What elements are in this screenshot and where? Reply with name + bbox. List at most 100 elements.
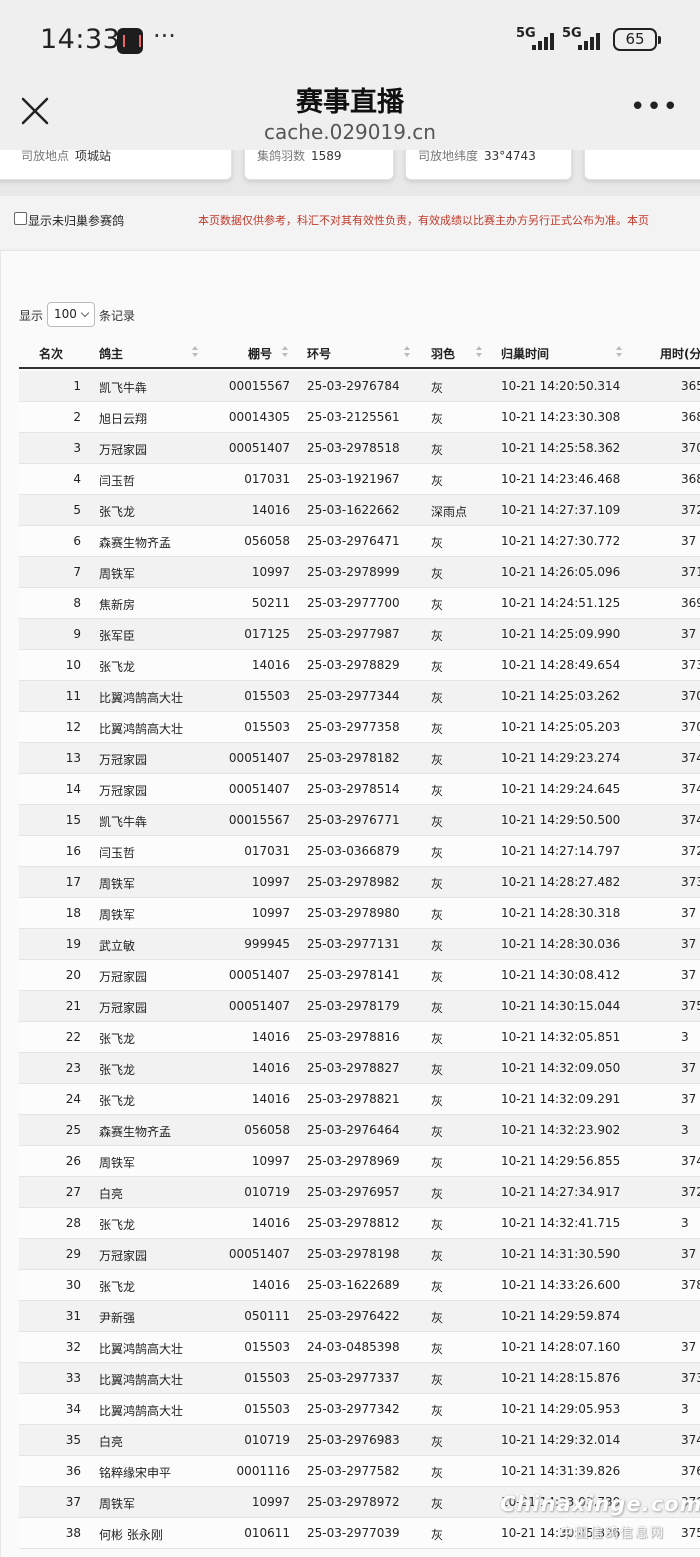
- header-owner[interactable]: 鸽主: [99, 345, 123, 362]
- table-row[interactable]: 24 张飞龙 14016 25-03-2978821 灰 10-21 14:32:09.2…: [19, 1084, 700, 1115]
- table-row[interactable]: 32 比翼鸿鹄高大壮 015503 24-03-0485398 灰 10-21 14:28…: [19, 1332, 700, 1363]
- table-row[interactable]: 6 森赛生物齐孟 056058 25-03-2976471 灰 10-21 14:27:3…: [19, 526, 700, 557]
- cell-time-used: 370: [681, 720, 700, 734]
- cell-ring: 25-03-2978999: [307, 565, 400, 579]
- table-row[interactable]: 29 万冠家园 00051407 25-03-2978198 灰 10-21 14:31:…: [19, 1239, 700, 1270]
- cell-owner: 张飞龙: [99, 1094, 136, 1108]
- more-options-icon[interactable]: •••: [630, 92, 679, 122]
- table-row[interactable]: 13 万冠家园 00051407 25-03-2978182 灰 10-21 14:29:…: [19, 743, 700, 774]
- table-row[interactable]: 10 张飞龙 14016 25-03-2978829 灰 10-21 14:28:49.6…: [19, 650, 700, 681]
- cell-rank: 18: [65, 906, 81, 920]
- sort-icon[interactable]: [191, 345, 199, 359]
- show-unreturned-label[interactable]: 显示未归巢参赛鸽: [28, 212, 124, 229]
- table-row[interactable]: 15 凯飞牛犇 00015567 25-03-2976771 灰 10-21 14:29:…: [19, 805, 700, 836]
- cell-owner: 武立敏: [99, 939, 136, 953]
- cell-owner: 凯飞牛犇: [99, 381, 148, 395]
- sort-icon[interactable]: [475, 345, 483, 359]
- cell-return-time: 10-21 14:27:34.917: [501, 1185, 621, 1199]
- cell-ring: 25-03-2978198: [307, 1247, 400, 1261]
- cell-owner: 白亮: [99, 1187, 124, 1201]
- cell-owner: 周铁军: [99, 567, 136, 581]
- table-row[interactable]: 4 闫玉哲 017031 25-03-1921967 灰 10-21 14:23:46.4…: [19, 464, 700, 495]
- cell-owner: 周铁军: [99, 1156, 136, 1170]
- table-row[interactable]: 17 周铁军 10997 25-03-2978982 灰 10-21 14:28:27.4…: [19, 867, 700, 898]
- sort-icon[interactable]: [403, 345, 411, 359]
- cell-ring: 25-03-1622662: [307, 503, 400, 517]
- cell-return-time: 10-21 14:29:23.274: [501, 751, 621, 765]
- table-row[interactable]: 36 铭粹缘宋申平 0001116 25-03-2977582 灰 10-21 14:31…: [19, 1456, 700, 1487]
- cell-rank: 14: [65, 782, 81, 796]
- table-row[interactable]: 33 比翼鸿鹄高大壮 015503 25-03-2977337 灰 10-21 14:28…: [19, 1363, 700, 1394]
- cell-loft: 00051407: [228, 782, 290, 796]
- table-row[interactable]: 34 比翼鸿鹄高大壮 015503 25-03-2977342 灰 10-21 14:29…: [19, 1394, 700, 1425]
- results-panel: 显示 100 条记录 名次 鸽主 棚号 环号 羽色 归巢时间 用时(分 1 凯飞牛…: [0, 250, 700, 1557]
- cell-owner: 周铁军: [99, 1497, 136, 1511]
- table-row[interactable]: 23 张飞龙 14016 25-03-2978827 灰 10-21 14:32:09.0…: [19, 1053, 700, 1084]
- info-card-release-site: 司放地点 项城站: [0, 150, 232, 180]
- table-row[interactable]: 19 武立敏 999945 25-03-2977131 灰 10-21 14:28:30.…: [19, 929, 700, 960]
- cell-return-time: 10-21 14:29:24.645: [501, 782, 621, 796]
- cell-owner: 万冠家园: [99, 1249, 148, 1263]
- table-row[interactable]: 27 白亮 010719 25-03-2976957 灰 10-21 14:27:34.9…: [19, 1177, 700, 1208]
- cell-ring: 25-03-1622689: [307, 1278, 400, 1292]
- cell-time-used: 37: [681, 968, 697, 982]
- cell-color: 灰: [431, 412, 444, 426]
- cell-owner: 万冠家园: [99, 443, 148, 457]
- cell-color: 灰: [431, 1063, 444, 1077]
- cell-ring: 25-03-2978821: [307, 1092, 400, 1106]
- cell-owner: 凯飞牛犇: [99, 815, 148, 829]
- table-row[interactable]: 16 闫玉哲 017031 25-03-0366879 灰 10-21 14:27:14.…: [19, 836, 700, 867]
- table-row[interactable]: 3 万冠家园 00051407 25-03-2978518 灰 10-21 14:25:5…: [19, 433, 700, 464]
- cell-rank: 37: [65, 1495, 81, 1509]
- table-row[interactable]: 26 周铁军 10997 25-03-2978969 灰 10-21 14:29:56.8…: [19, 1146, 700, 1177]
- header-loft[interactable]: 棚号: [248, 345, 272, 362]
- header-return-time[interactable]: 归巢时间: [501, 345, 549, 362]
- cell-return-time: 10-21 14:25:05.203: [501, 720, 621, 734]
- table-row[interactable]: 28 张飞龙 14016 25-03-2978812 灰 10-21 14:32:41.7…: [19, 1208, 700, 1239]
- cell-owner: 张飞龙: [99, 1063, 136, 1077]
- table-body: 1 凯飞牛犇 00015567 25-03-2976784 灰 10-21 14:20:5…: [19, 371, 700, 1549]
- table-row[interactable]: 35 白亮 010719 25-03-2976983 灰 10-21 14:29:32.0…: [19, 1425, 700, 1456]
- table-row[interactable]: 7 周铁军 10997 25-03-2978999 灰 10-21 14:26:05.09…: [19, 557, 700, 588]
- table-row[interactable]: 11 比翼鸿鹄高大壮 015503 25-03-2977344 灰 10-21 14:25…: [19, 681, 700, 712]
- disclaimer-text: 本页数据仅供参考，科汇不对其有效性负责，有效成绩以比赛主办方另行正式公布为准。本…: [198, 214, 649, 227]
- table-row[interactable]: 21 万冠家园 00051407 25-03-2978179 灰 10-21 14:30:…: [19, 991, 700, 1022]
- header-time-used[interactable]: 用时(分: [660, 345, 700, 362]
- header-color[interactable]: 羽色: [431, 345, 455, 362]
- show-unreturned-checkbox[interactable]: [14, 212, 27, 225]
- table-row[interactable]: 20 万冠家园 00051407 25-03-2978141 灰 10-21 14:30:…: [19, 960, 700, 991]
- cell-owner: 万冠家园: [99, 753, 148, 767]
- table-row[interactable]: 9 张军臣 017125 25-03-2977987 灰 10-21 14:25:09.9…: [19, 619, 700, 650]
- table-row[interactable]: 8 焦新房 50211 25-03-2977700 灰 10-21 14:24:51.12…: [19, 588, 700, 619]
- cell-time-used: 374: [681, 1433, 700, 1447]
- page-length-select[interactable]: 100: [47, 302, 95, 327]
- table-row[interactable]: 31 尹新强 050111 25-03-2976422 灰 10-21 14:29:59.…: [19, 1301, 700, 1332]
- cell-rank: 13: [65, 751, 81, 765]
- cell-color: 灰: [431, 1404, 444, 1418]
- cell-rank: 2: [73, 410, 81, 424]
- table-row[interactable]: 1 凯飞牛犇 00015567 25-03-2976784 灰 10-21 14:20:5…: [19, 371, 700, 402]
- table-row[interactable]: 22 张飞龙 14016 25-03-2978816 灰 10-21 14:32:05.8…: [19, 1022, 700, 1053]
- cell-return-time: 10-21 14:20:50.314: [501, 379, 621, 393]
- info-card-value: 项城站: [75, 150, 112, 163]
- table-row[interactable]: 18 周铁军 10997 25-03-2978980 灰 10-21 14:28:30.3…: [19, 898, 700, 929]
- cell-loft: 10997: [251, 906, 290, 920]
- sort-icon[interactable]: [281, 345, 289, 359]
- cell-color: 灰: [431, 1125, 444, 1139]
- cell-owner: 闫玉哲: [99, 846, 136, 860]
- table-row[interactable]: 2 旭日云翔 00014305 25-03-2125561 灰 10-21 14:23:3…: [19, 402, 700, 433]
- table-row[interactable]: 12 比翼鸿鹄高大壮 015503 25-03-2977358 灰 10-21 14:25…: [19, 712, 700, 743]
- sort-icon[interactable]: [615, 345, 623, 359]
- header-rank[interactable]: 名次: [39, 345, 63, 362]
- cell-rank: 19: [65, 937, 81, 951]
- table-row[interactable]: 30 张飞龙 14016 25-03-1622689 灰 10-21 14:33:26.6…: [19, 1270, 700, 1301]
- cell-loft: 00015567: [228, 379, 290, 393]
- cell-ring: 25-03-2978179: [307, 999, 400, 1013]
- table-row[interactable]: 14 万冠家园 00051407 25-03-2978514 灰 10-21 14:29:…: [19, 774, 700, 805]
- table-row[interactable]: 25 森赛生物齐孟 056058 25-03-2976464 灰 10-21 14:32:…: [19, 1115, 700, 1146]
- header-ring[interactable]: 环号: [307, 345, 331, 362]
- cell-ring: 25-03-2978829: [307, 658, 400, 672]
- table-row[interactable]: 5 张飞龙 14016 25-03-1622662 深雨点 10-21 14:27:37.…: [19, 495, 700, 526]
- cell-ring: 25-03-2125561: [307, 410, 400, 424]
- cell-ring: 25-03-2977131: [307, 937, 400, 951]
